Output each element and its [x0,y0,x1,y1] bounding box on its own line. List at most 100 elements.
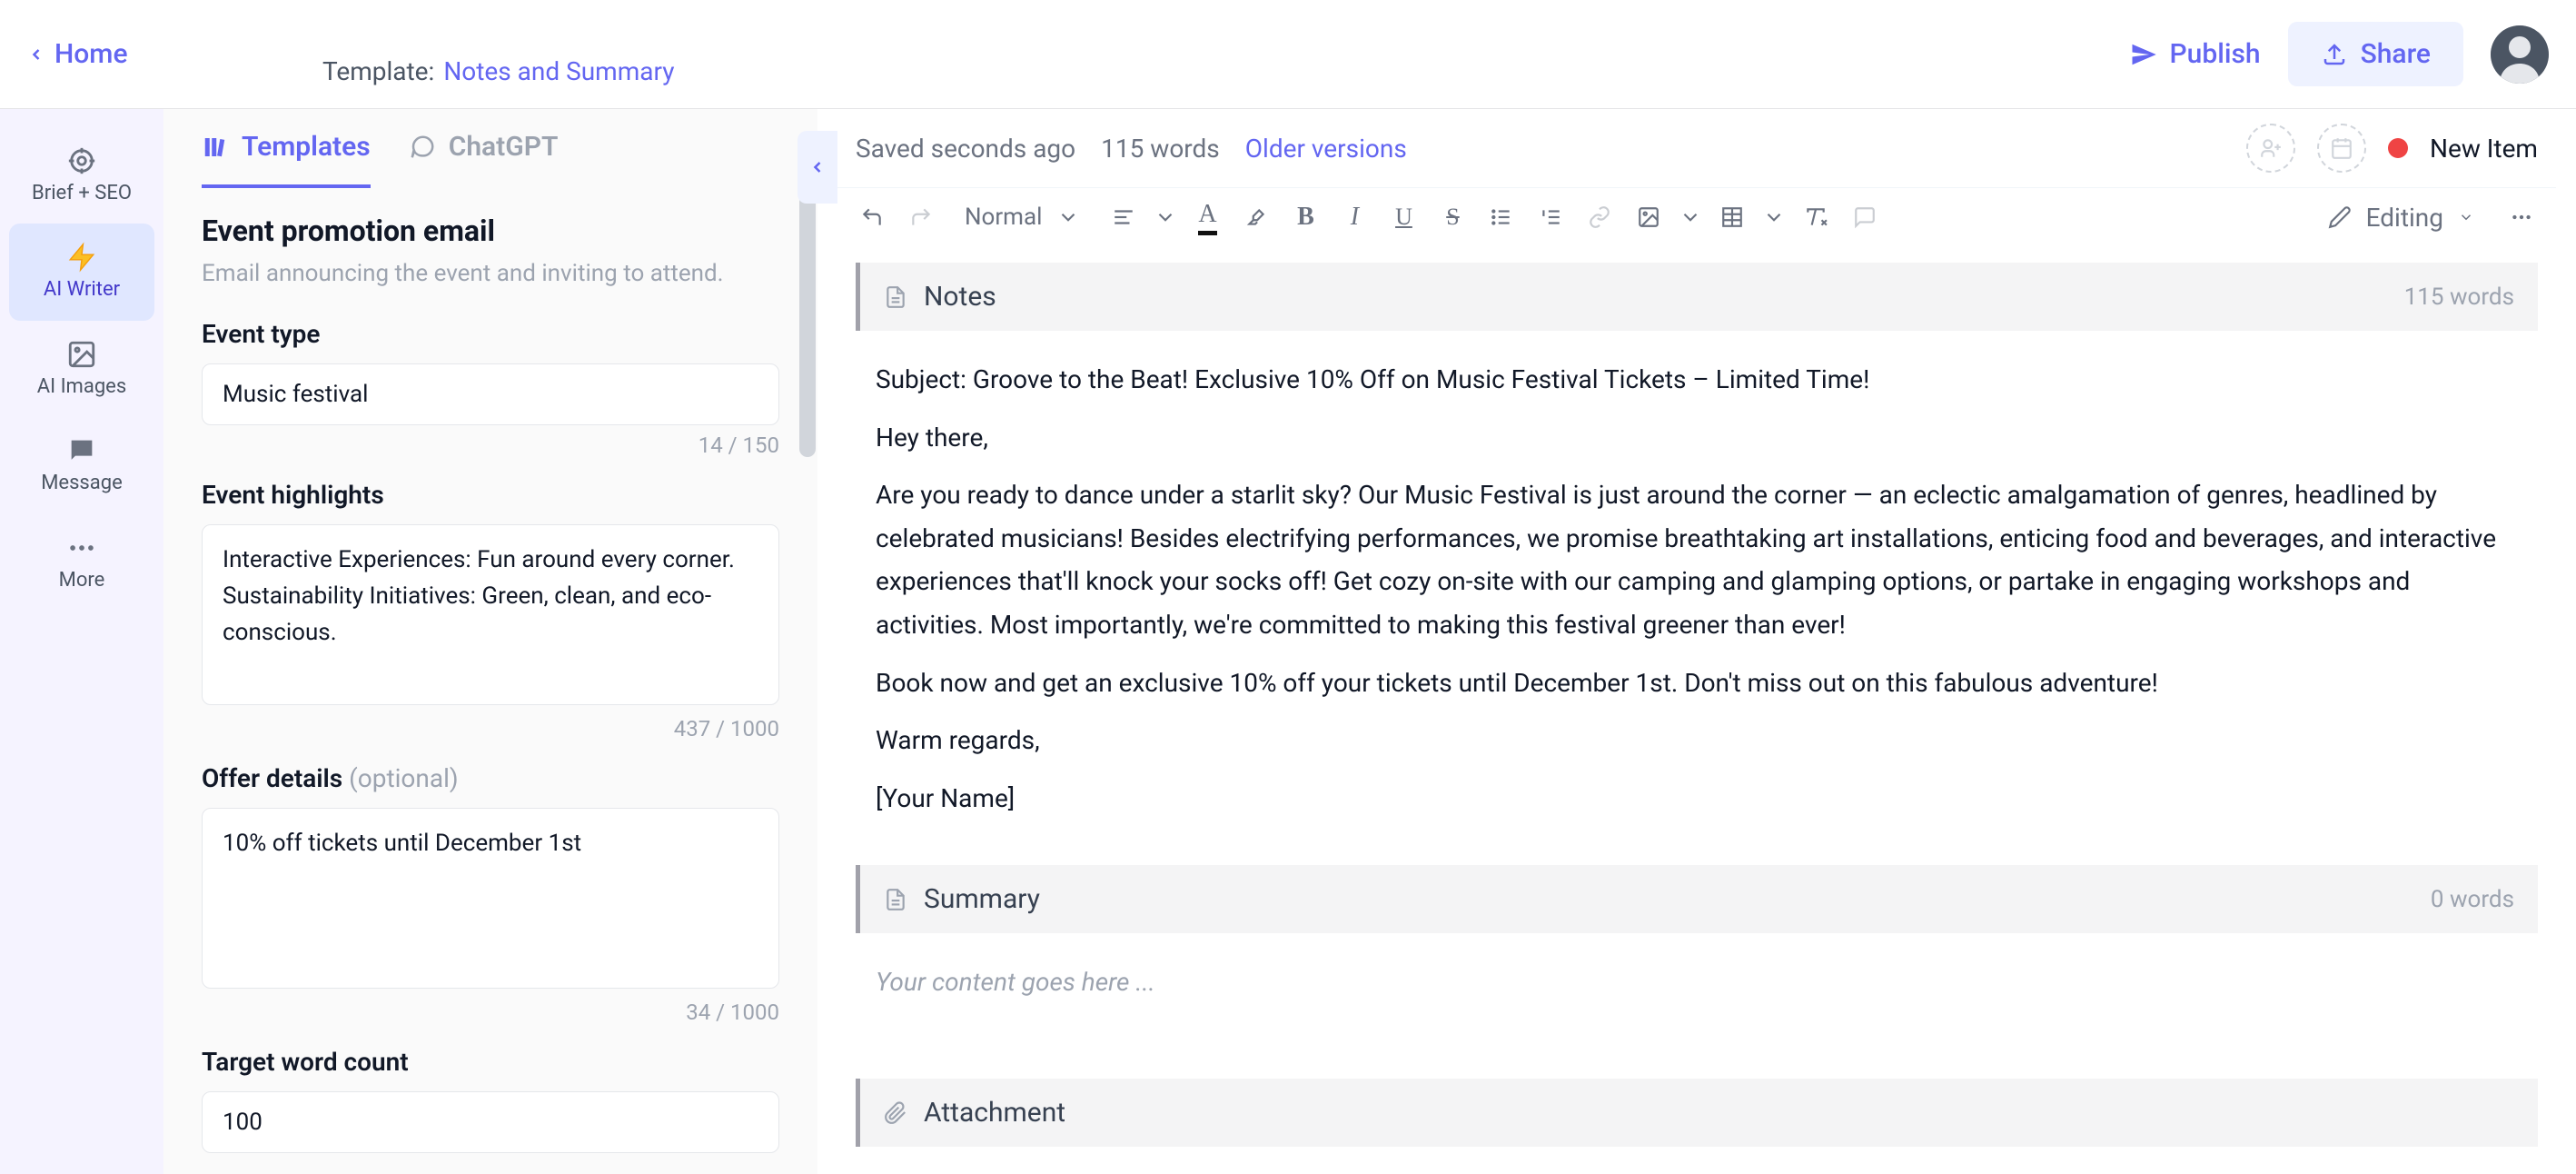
left-rail: Brief + SEO AI Writer AI Images Message … [0,109,163,1174]
section-summary-header[interactable]: Summary 0 words [856,865,2538,933]
highlight-button[interactable] [1236,197,1276,237]
summary-content[interactable]: Your content goes here ... [856,933,2538,1033]
tab-label: Templates [242,131,371,163]
chevron-down-icon [2458,209,2474,225]
event-type-counter: 14 / 150 [202,433,779,458]
bold-icon: B [1297,203,1314,232]
rail-brief-seo[interactable]: Brief + SEO [9,127,154,224]
home-label: Home [54,38,128,70]
undo-button[interactable] [852,197,892,237]
schedule-button[interactable] [2317,124,2366,173]
link-icon [1588,205,1611,229]
tab-templates[interactable]: Templates [202,131,371,188]
table-icon [1720,205,1744,229]
paperclip-icon [884,1101,907,1125]
save-status: Saved seconds ago [856,134,1075,164]
offer-details-input[interactable] [202,808,779,989]
calendar-icon [2330,136,2353,160]
tab-label: ChatGPT [449,131,559,163]
event-type-input[interactable] [202,363,779,425]
align-left-icon [1112,205,1135,229]
editor-toolbar: Normal A B I U S Editing [837,187,2556,246]
strikethrough-button[interactable]: S [1432,197,1472,237]
align-dropdown[interactable] [1153,197,1178,237]
content-line: Are you ready to dance under a starlit s… [876,473,2518,646]
home-link[interactable]: Home [27,38,128,70]
editor-area: Saved seconds ago 115 words Older versio… [817,109,2576,1174]
comment-button[interactable] [1845,197,1885,237]
image-icon [1637,205,1660,229]
chat-icon [409,134,436,161]
target-icon [66,145,97,176]
rail-more[interactable]: More [9,514,154,611]
rail-message[interactable]: Message [9,417,154,513]
tab-chatgpt[interactable]: ChatGPT [409,131,559,188]
editing-label: Editing [2366,203,2443,233]
content-line: Hey there, [876,416,2518,460]
publish-button[interactable]: Publish [2130,38,2261,70]
placeholder-text: Your content goes here ... [876,960,2518,1004]
redo-button[interactable] [901,197,941,237]
rail-label: AI Images [37,375,126,399]
underline-button[interactable]: U [1383,197,1423,237]
event-type-label: Event type [202,319,779,349]
italic-icon: I [1351,203,1359,232]
offer-optional-text: (optional) [349,763,458,793]
rail-ai-writer[interactable]: AI Writer [9,224,154,320]
table-button[interactable] [1712,197,1752,237]
collapse-sidebar-button[interactable] [798,131,837,204]
comment-icon [1853,205,1877,229]
template-name-link[interactable]: Notes and Summary [443,56,674,86]
section-notes-header[interactable]: Notes 115 words [856,263,2538,331]
link-button[interactable] [1580,197,1620,237]
older-versions-link[interactable]: Older versions [1245,134,1407,164]
chevron-down-icon [1679,205,1702,229]
doc-icon [884,888,907,911]
content-line: [Your Name] [876,777,2518,821]
numbered-list-icon [1539,205,1562,229]
bullet-list-button[interactable] [1481,197,1521,237]
clear-format-button[interactable] [1796,197,1836,237]
doc-icon [884,285,907,309]
italic-button[interactable]: I [1334,197,1374,237]
sidebar-panel: Templates ChatGPT Event promotion email … [163,109,817,1174]
image-icon [66,339,97,370]
align-button[interactable] [1104,197,1144,237]
table-dropdown[interactable] [1761,197,1787,237]
rail-ai-images[interactable]: AI Images [9,321,154,417]
sidebar-scrollbar[interactable] [799,194,816,457]
rail-label: More [59,569,105,592]
font-color-button[interactable]: A [1187,197,1227,237]
image-dropdown[interactable] [1678,197,1703,237]
image-button[interactable] [1629,197,1669,237]
publish-label: Publish [2170,38,2261,70]
editing-mode-button[interactable]: Editing [2310,203,2492,233]
notes-content[interactable]: Subject: Groove to the Beat! Exclusive 1… [856,331,2538,849]
underline-icon: U [1395,204,1412,231]
bold-button[interactable]: B [1285,197,1325,237]
event-highlights-input[interactable] [202,524,779,705]
rail-label: Message [41,472,123,495]
section-title: Attachment [924,1097,1065,1129]
numbered-list-button[interactable] [1531,197,1570,237]
rail-label: AI Writer [44,278,120,302]
paragraph-style-select[interactable]: Normal [950,197,1095,237]
font-color-icon: A [1198,200,1216,235]
user-plus-icon [2259,136,2283,160]
dots-icon [2510,205,2533,229]
template-title: Event promotion email [202,214,779,248]
section-title: Summary [924,883,1040,915]
more-toolbar-button[interactable] [2502,197,2541,237]
share-button[interactable]: Share [2288,22,2463,86]
target-word-count-input[interactable] [202,1091,779,1153]
section-title: Notes [924,281,996,313]
add-collaborator-button[interactable] [2246,124,2295,173]
send-icon [2130,41,2157,68]
redo-icon [909,205,933,229]
event-highlights-counter: 437 / 1000 [202,716,779,741]
status-dot [2388,138,2408,158]
books-icon [202,134,229,161]
section-attachment-header[interactable]: Attachment [856,1079,2538,1147]
chevron-down-icon [1056,205,1080,229]
avatar[interactable] [2491,25,2549,84]
